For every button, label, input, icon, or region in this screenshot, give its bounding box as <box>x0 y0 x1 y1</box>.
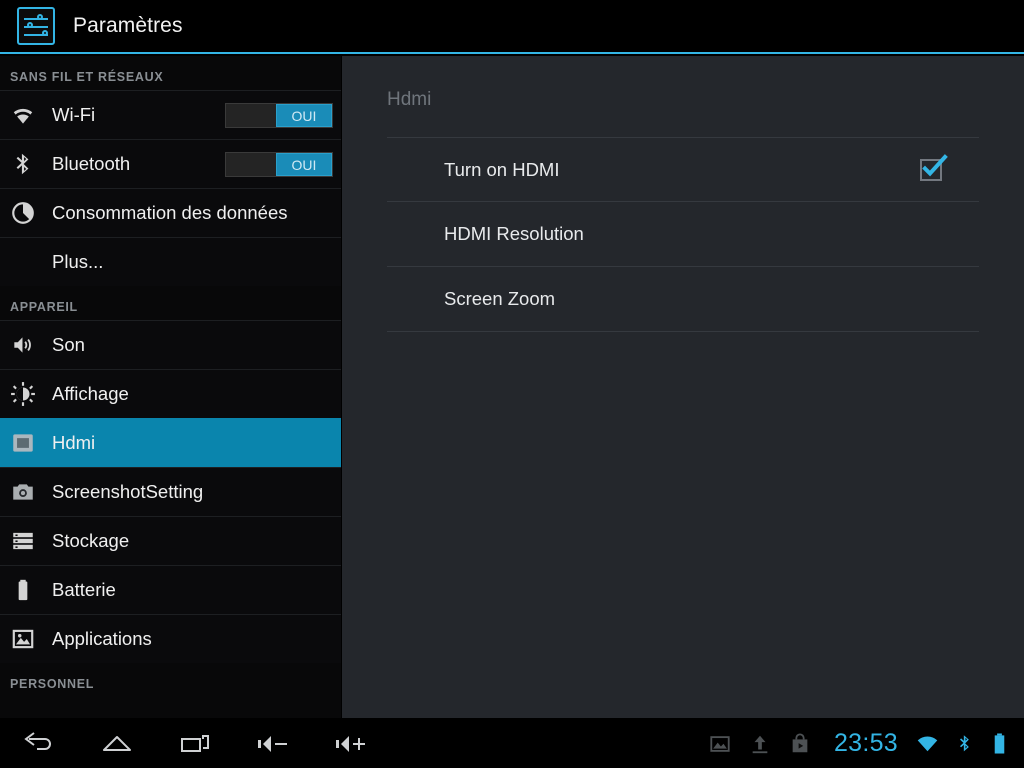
applications-icon <box>10 626 36 652</box>
preference-screen-zoom[interactable]: Screen Zoom <box>387 267 979 332</box>
preference-label: HDMI Resolution <box>444 223 584 244</box>
back-icon[interactable] <box>0 719 78 768</box>
recents-icon[interactable] <box>156 719 234 768</box>
sidebar-group-header-device: APPAREIL <box>10 300 78 314</box>
preference-hdmi-resolution[interactable]: HDMI Resolution <box>387 202 979 267</box>
battery-status-icon[interactable] <box>992 733 1007 754</box>
sidebar-item-label: Plus... <box>52 251 104 272</box>
status-tray[interactable]: 23:53 <box>700 719 1016 768</box>
bluetooth-status-icon[interactable] <box>957 734 974 754</box>
sound-icon <box>10 332 36 358</box>
preference-list: Turn on HDMI HDMI Resolution Screen Zoom <box>342 137 1024 332</box>
toggle-thumb-label: OUI <box>276 153 332 176</box>
preference-turn-on-hdmi[interactable]: Turn on HDMI <box>387 137 979 202</box>
sidebar-group-header-personal: PERSONNEL <box>10 677 95 691</box>
display-brightness-icon <box>10 381 36 407</box>
sidebar-item-bluetooth[interactable]: Bluetooth OUI <box>0 139 341 188</box>
sidebar-item-hdmi[interactable]: Hdmi <box>0 418 341 467</box>
sidebar-item-label: Hdmi <box>52 432 96 453</box>
status-clock: 23:53 <box>833 729 898 757</box>
battery-icon <box>10 577 36 603</box>
sidebar-item-label: Applications <box>52 628 152 649</box>
sidebar-item-sound[interactable]: Son <box>0 320 341 369</box>
toggle-track <box>226 104 276 127</box>
title-bar: Paramètres <box>0 0 1024 52</box>
preference-label: Screen Zoom <box>444 288 556 309</box>
toggle-track <box>226 153 276 176</box>
settings-sidebar[interactable]: SANS FIL ET RÉSEAUX Wi-Fi OUI Bluetooth … <box>0 56 341 718</box>
turn-on-hdmi-checkbox[interactable] <box>920 153 948 181</box>
data-usage-icon <box>10 200 36 226</box>
content-panel: Hdmi Turn on HDMI HDMI Resolution Screen… <box>341 56 1024 718</box>
volume-down-icon[interactable] <box>234 719 312 768</box>
sidebar-item-display[interactable]: Affichage <box>0 369 341 418</box>
sidebar-item-label: Affichage <box>52 383 129 404</box>
sidebar-item-label: Batterie <box>52 579 116 600</box>
toggle-thumb-label: OUI <box>276 104 332 127</box>
android-settings-screen: Paramètres SANS FIL ET RÉSEAUX Wi-Fi OUI… <box>0 0 1024 768</box>
system-navigation-bar: 23:53 <box>0 719 1024 768</box>
sidebar-item-data-usage[interactable]: Consommation des données <box>0 188 341 237</box>
play-store-icon[interactable] <box>789 732 811 755</box>
sidebar-item-label: Wi-Fi <box>52 104 96 125</box>
bluetooth-toggle[interactable]: OUI <box>225 152 333 177</box>
wifi-status-icon[interactable] <box>916 734 939 754</box>
volume-up-icon[interactable] <box>312 719 390 768</box>
sidebar-item-wifi[interactable]: Wi-Fi OUI <box>0 90 341 139</box>
checkmark-icon <box>922 153 948 176</box>
page-title: Paramètres <box>73 14 183 37</box>
storage-icon <box>10 528 36 554</box>
sidebar-group-header-wireless: SANS FIL ET RÉSEAUX <box>10 70 164 84</box>
sidebar-item-screenshot-setting[interactable]: ScreenshotSetting <box>0 467 341 516</box>
wifi-icon <box>10 102 36 128</box>
sidebar-item-label: Son <box>52 334 85 355</box>
screenshot-image-icon[interactable] <box>709 733 731 755</box>
sidebar-item-battery[interactable]: Batterie <box>0 565 341 614</box>
bluetooth-icon <box>10 151 36 177</box>
upload-icon[interactable] <box>749 733 771 755</box>
sidebar-item-label: ScreenshotSetting <box>52 481 204 502</box>
title-accent-divider <box>0 52 1024 54</box>
content-title: Hdmi <box>387 89 432 110</box>
hdmi-monitor-icon <box>10 430 36 456</box>
sidebar-item-more[interactable]: Plus... <box>0 237 341 286</box>
camera-icon <box>10 479 36 505</box>
sidebar-item-label: Stockage <box>52 530 130 551</box>
wifi-toggle[interactable]: OUI <box>225 103 333 128</box>
sidebar-item-label: Consommation des données <box>52 202 288 223</box>
preference-label: Turn on HDMI <box>444 158 560 180</box>
sidebar-item-storage[interactable]: Stockage <box>0 516 341 565</box>
sidebar-item-label: Bluetooth <box>52 153 131 174</box>
sidebar-item-applications[interactable]: Applications <box>0 614 341 663</box>
settings-sliders-icon <box>17 7 55 45</box>
home-icon[interactable] <box>78 719 156 768</box>
